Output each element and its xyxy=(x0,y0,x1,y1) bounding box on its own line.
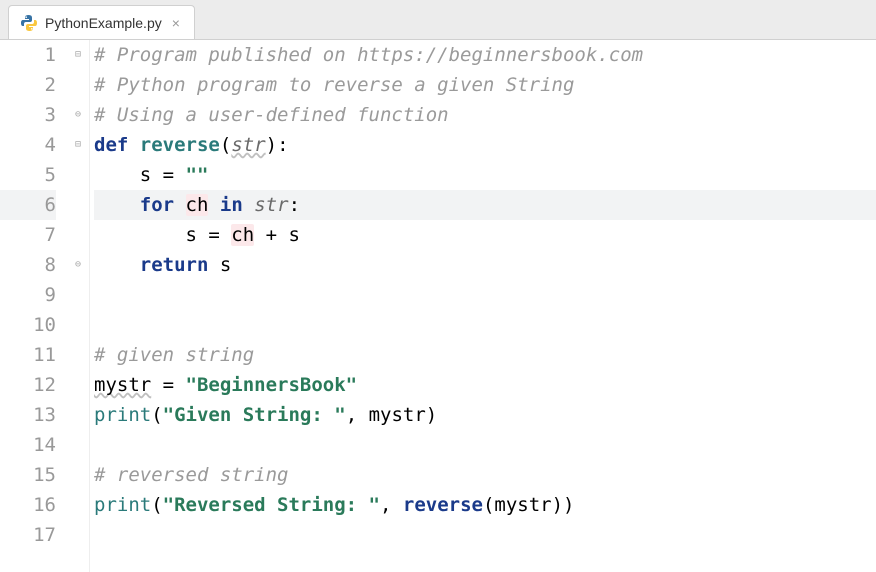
code-line: def reverse(str): xyxy=(94,130,876,160)
code-line: return s xyxy=(94,250,876,280)
code-line: # reversed string xyxy=(94,460,876,490)
fold-open-icon[interactable]: ⊟ xyxy=(72,49,84,61)
line-number: 17 xyxy=(0,520,56,550)
code-line: # Python program to reverse a given Stri… xyxy=(94,70,876,100)
code-line: print("Reversed String: ", reverse(mystr… xyxy=(94,490,876,520)
python-file-icon xyxy=(21,15,37,31)
tab-filename: PythonExample.py xyxy=(45,15,162,31)
line-number: 8 xyxy=(0,250,56,280)
fold-close-icon[interactable]: ⊖ xyxy=(72,109,84,121)
line-number: 1 xyxy=(0,40,56,70)
line-number: 9 xyxy=(0,280,56,310)
code-line: # given string xyxy=(94,340,876,370)
tab-bar: PythonExample.py × xyxy=(0,0,876,40)
code-line: s = "" xyxy=(94,160,876,190)
code-line xyxy=(94,430,876,460)
line-number: 16 xyxy=(0,490,56,520)
code-line: # Using a user-defined function xyxy=(94,100,876,130)
line-number: 5 xyxy=(0,160,56,190)
line-number: 11 xyxy=(0,340,56,370)
line-number: 7 xyxy=(0,220,56,250)
code-line xyxy=(94,280,876,310)
fold-open-icon[interactable]: ⊟ xyxy=(72,139,84,151)
code-line: # Program published on https://beginners… xyxy=(94,40,876,70)
code-line: print("Given String: ", mystr) xyxy=(94,400,876,430)
fold-column: ⊟ ⊖ ⊟ ⊖ xyxy=(70,40,90,572)
line-number: 14 xyxy=(0,430,56,460)
close-icon[interactable]: × xyxy=(170,15,182,31)
line-number: 10 xyxy=(0,310,56,340)
line-number: 12 xyxy=(0,370,56,400)
code-line xyxy=(94,520,876,550)
fold-close-icon[interactable]: ⊖ xyxy=(72,259,84,271)
line-number-gutter: 1 2 3 4 5 6 7 8 9 10 11 12 13 14 15 16 1… xyxy=(0,40,70,572)
line-number: 6 xyxy=(0,190,56,220)
code-editor[interactable]: 1 2 3 4 5 6 7 8 9 10 11 12 13 14 15 16 1… xyxy=(0,40,876,572)
line-number: 4 xyxy=(0,130,56,160)
line-number: 2 xyxy=(0,70,56,100)
code-area[interactable]: # Program published on https://beginners… xyxy=(90,40,876,572)
line-number: 13 xyxy=(0,400,56,430)
code-line: for ch in str: xyxy=(94,190,876,220)
code-line: s = ch + s xyxy=(94,220,876,250)
code-line xyxy=(94,310,876,340)
code-line: mystr = "BeginnersBook" xyxy=(94,370,876,400)
line-number: 3 xyxy=(0,100,56,130)
file-tab[interactable]: PythonExample.py × xyxy=(8,5,195,39)
line-number: 15 xyxy=(0,460,56,490)
